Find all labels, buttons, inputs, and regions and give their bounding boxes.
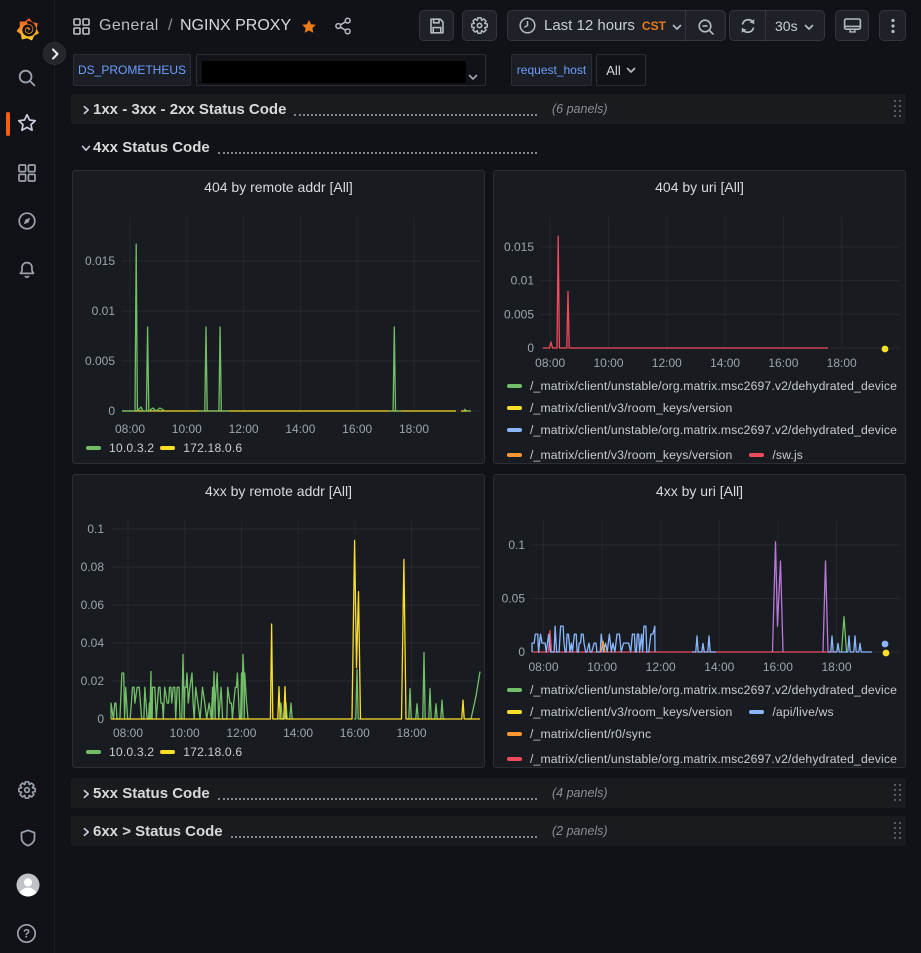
svg-text:0.005: 0.005	[504, 307, 534, 321]
svg-text:0.05: 0.05	[502, 592, 526, 606]
svg-text:0.015: 0.015	[504, 240, 534, 254]
svg-text:0.01: 0.01	[511, 274, 535, 288]
svg-text:0.04: 0.04	[81, 636, 105, 650]
svg-text:10:00: 10:00	[172, 422, 202, 436]
svg-text:0: 0	[518, 645, 525, 659]
svg-text:0.1: 0.1	[508, 538, 525, 552]
svg-text:12:00: 12:00	[229, 422, 259, 436]
svg-text:12:00: 12:00	[226, 726, 256, 740]
svg-text:0: 0	[97, 712, 104, 726]
svg-text:?: ?	[23, 929, 30, 941]
svg-text:14:00: 14:00	[704, 660, 734, 674]
svg-text:0.02: 0.02	[81, 674, 105, 688]
svg-text:18:00: 18:00	[396, 726, 426, 740]
svg-text:18:00: 18:00	[399, 422, 429, 436]
svg-text:10:00: 10:00	[587, 660, 617, 674]
svg-text:0.08: 0.08	[81, 560, 105, 574]
svg-text:14:00: 14:00	[283, 726, 313, 740]
svg-text:18:00: 18:00	[821, 660, 851, 674]
svg-text:16:00: 16:00	[340, 726, 370, 740]
svg-text:18:00: 18:00	[827, 356, 857, 370]
svg-text:08:00: 08:00	[528, 660, 558, 674]
svg-text:16:00: 16:00	[768, 356, 798, 370]
svg-text:14:00: 14:00	[285, 422, 315, 436]
svg-text:12:00: 12:00	[652, 356, 682, 370]
svg-text:0.01: 0.01	[92, 304, 116, 318]
svg-text:16:00: 16:00	[342, 422, 372, 436]
svg-text:14:00: 14:00	[710, 356, 740, 370]
svg-text:08:00: 08:00	[535, 356, 565, 370]
svg-text:08:00: 08:00	[113, 726, 143, 740]
svg-text:12:00: 12:00	[646, 660, 676, 674]
svg-text:08:00: 08:00	[115, 422, 145, 436]
svg-text:16:00: 16:00	[763, 660, 793, 674]
svg-text:0.015: 0.015	[85, 254, 115, 268]
svg-text:10:00: 10:00	[593, 356, 623, 370]
svg-text:0.005: 0.005	[85, 354, 115, 368]
svg-text:0.1: 0.1	[87, 522, 104, 536]
svg-text:10:00: 10:00	[170, 726, 200, 740]
svg-text:0: 0	[108, 404, 115, 418]
svg-text:0: 0	[527, 341, 534, 355]
svg-text:0.06: 0.06	[81, 598, 105, 612]
